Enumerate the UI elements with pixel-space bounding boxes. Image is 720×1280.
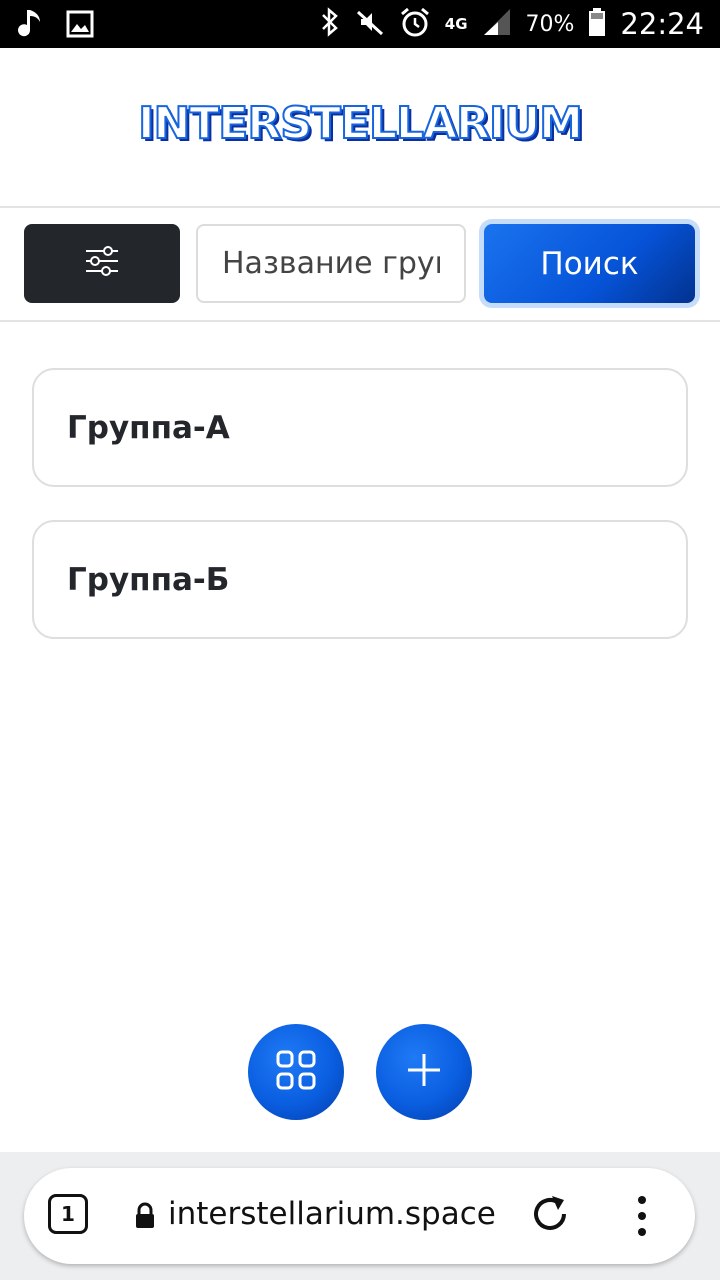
group-card[interactable]: Группа-Б (32, 520, 688, 639)
clock: 22:24 (620, 7, 704, 41)
lock-icon (134, 1202, 156, 1235)
add-group-button[interactable] (376, 1024, 472, 1120)
bluetooth-icon (319, 6, 341, 42)
group-name: Группа-Б (67, 561, 230, 598)
filter-button[interactable] (24, 224, 180, 303)
signal-icon (482, 7, 512, 42)
network-type: 4G (444, 15, 468, 33)
grid-icon (275, 1049, 317, 1096)
address-bar[interactable]: 1 interstellarium.space (24, 1168, 695, 1264)
search-toolbar: Поиск (0, 208, 720, 322)
battery-icon (588, 7, 606, 42)
url-text[interactable]: interstellarium.space (168, 1196, 496, 1232)
group-card[interactable]: Группа-А (32, 368, 688, 487)
header: INTERSTELLARIUM (0, 48, 720, 208)
reload-icon[interactable] (528, 1192, 572, 1241)
menu-icon[interactable] (630, 1194, 654, 1243)
music-note-icon (18, 8, 46, 45)
status-bar: 4G 70% 22:24 (0, 0, 720, 48)
group-list: Группа-А Группа-Б (32, 368, 688, 672)
browser-bottom-bar: 1 interstellarium.space (0, 1152, 720, 1280)
plus-icon (406, 1052, 442, 1093)
group-name: Группа-А (67, 409, 230, 446)
tab-switcher-button[interactable]: 1 (48, 1194, 88, 1234)
group-search-input[interactable] (196, 224, 466, 303)
sliders-icon (84, 245, 120, 282)
image-icon (66, 10, 94, 43)
logo[interactable]: INTERSTELLARIUM (0, 97, 720, 150)
search-button[interactable]: Поиск (484, 224, 695, 303)
grid-view-button[interactable] (248, 1024, 344, 1120)
alarm-icon (399, 6, 431, 43)
mute-icon (355, 7, 385, 42)
battery-percent: 70% (525, 11, 575, 37)
